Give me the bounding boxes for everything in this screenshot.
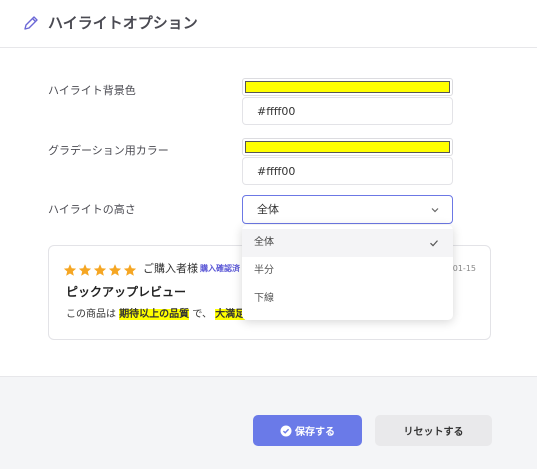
chevron-down-icon (431, 208, 439, 213)
option-label: 半分 (254, 265, 274, 276)
highlighted-text: 期待以上の品質 (119, 309, 190, 320)
star-icon (78, 264, 92, 276)
save-button[interactable]: 保存する (253, 415, 362, 446)
star-icon (108, 264, 122, 276)
review-date: 01-15 (452, 264, 476, 273)
review-body-text: この商品は (66, 309, 116, 320)
checkmark-icon (430, 240, 438, 247)
bg-color-input[interactable] (242, 97, 453, 125)
panel-header: ハイライトオプション (0, 0, 537, 48)
highlighted-text: 大満足 (215, 309, 246, 320)
review-body-text: で、 (192, 309, 212, 320)
reset-button-label: リセットする (403, 427, 464, 438)
gradient-color-label: グラデーション用カラー (48, 144, 169, 157)
bg-color-swatch[interactable] (242, 78, 453, 96)
star-icon (123, 264, 137, 276)
reset-button[interactable]: リセットする (375, 415, 492, 446)
gradient-color-input[interactable] (242, 157, 453, 185)
bg-color-label: ハイライト背景色 (48, 84, 136, 97)
review-body: この商品は 期待以上の品質 で、 大満足 (66, 308, 246, 322)
option-label: 下線 (254, 293, 274, 304)
star-icon (63, 264, 77, 276)
highlight-height-label: ハイライトの高さ (48, 203, 136, 216)
check-circle-icon (280, 425, 292, 437)
highlight-height-value: 全体 (257, 203, 279, 216)
verified-purchase-badge: 購入確認済 (200, 264, 240, 273)
panel-title: ハイライトオプション (48, 14, 198, 32)
option-label: 全体 (254, 237, 274, 248)
gradient-color-swatch-fill (245, 141, 450, 153)
gradient-color-swatch[interactable] (242, 138, 453, 156)
dropdown-option-underline[interactable]: 下線 (242, 285, 453, 313)
star-icon (93, 264, 107, 276)
review-title: ピックアップレビュー (66, 285, 187, 299)
save-button-label: 保存する (295, 427, 335, 438)
highlight-height-select[interactable]: 全体 (242, 195, 453, 224)
pencil-icon (24, 16, 38, 30)
bg-color-swatch-fill (245, 81, 450, 93)
dropdown-option-full[interactable]: 全体 (242, 229, 453, 257)
star-rating (63, 262, 138, 276)
reviewer-name: ご購入者様 (143, 262, 198, 275)
highlight-height-dropdown: 全体 半分 下線 (242, 225, 453, 320)
dropdown-option-half[interactable]: 半分 (242, 257, 453, 285)
